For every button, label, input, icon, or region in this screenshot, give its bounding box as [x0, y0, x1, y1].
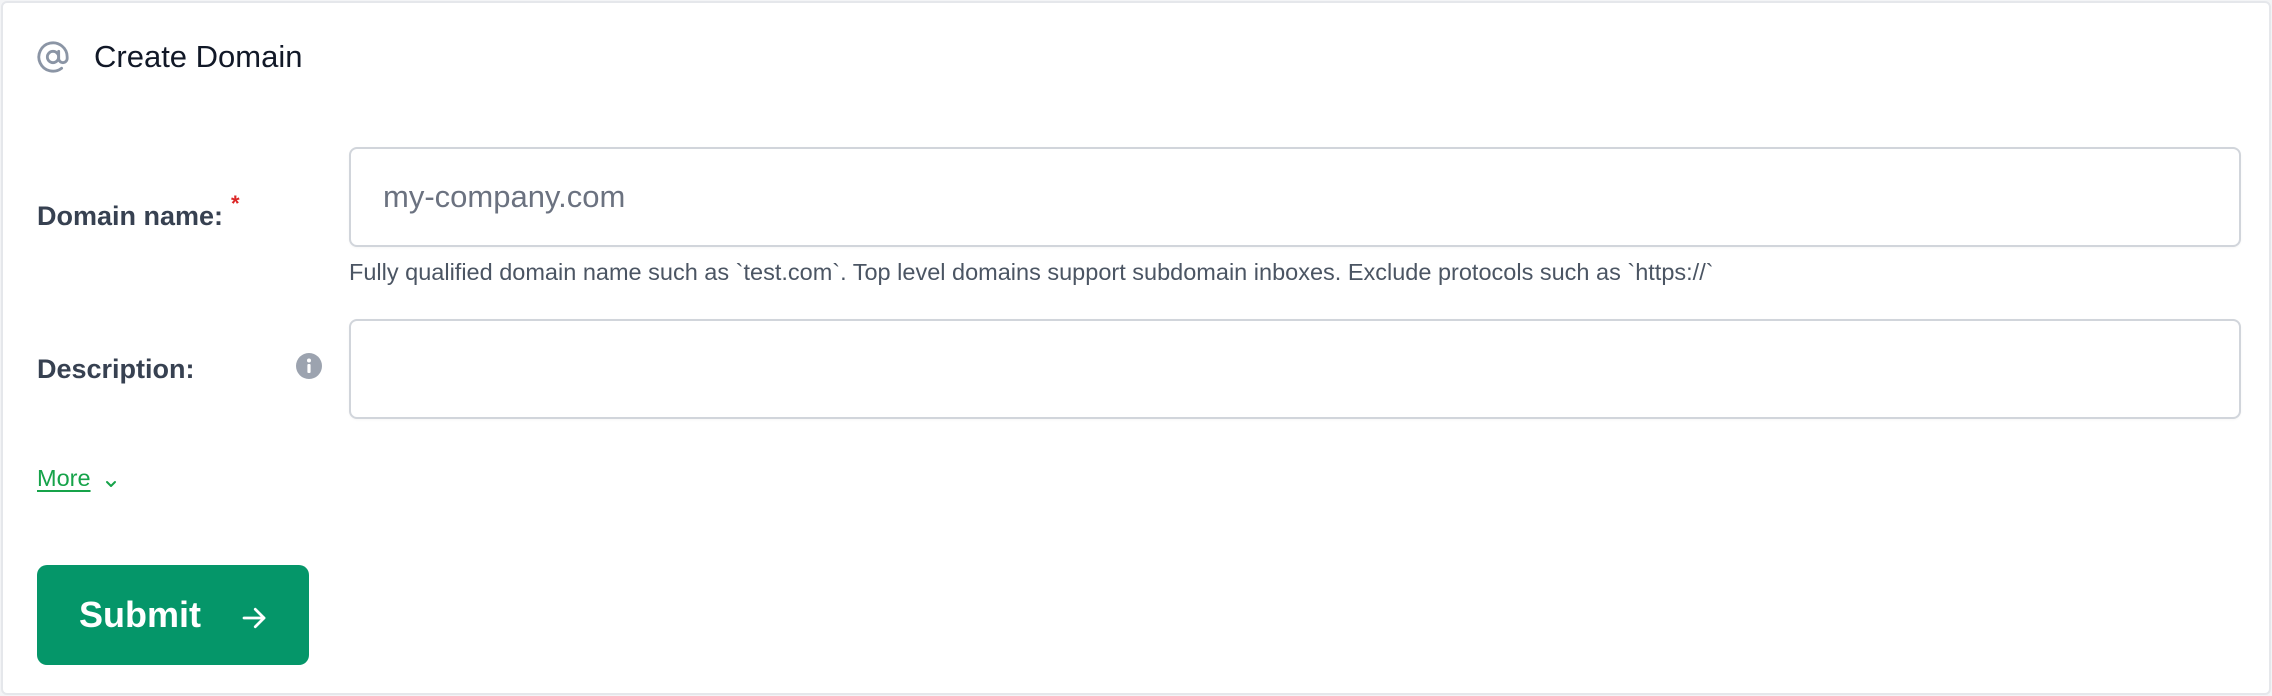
domain-name-help-text: Fully qualified domain name such as `tes… — [349, 259, 1714, 285]
chevron-down-icon — [103, 471, 119, 487]
arrow-right-icon — [239, 600, 269, 630]
description-label: Description: — [37, 354, 195, 385]
domain-name-input[interactable] — [349, 147, 2241, 247]
card-header: Create Domain — [35, 39, 302, 75]
submit-button[interactable]: Submit — [37, 565, 309, 665]
create-domain-card: Create Domain Domain name: * Fully qualif… — [1, 1, 2271, 695]
description-label-text: Description: — [37, 354, 195, 384]
info-icon[interactable] — [295, 352, 323, 380]
domain-name-label: Domain name: * — [37, 191, 240, 232]
page-title: Create Domain — [94, 39, 303, 74]
more-toggle[interactable]: More — [37, 465, 119, 492]
description-input[interactable] — [349, 319, 2241, 419]
at-sign-icon — [35, 39, 71, 75]
submit-label: Submit — [79, 594, 201, 635]
required-marker: * — [231, 191, 240, 216]
domain-name-label-text: Domain name: — [37, 201, 224, 231]
more-label: More — [37, 465, 91, 491]
